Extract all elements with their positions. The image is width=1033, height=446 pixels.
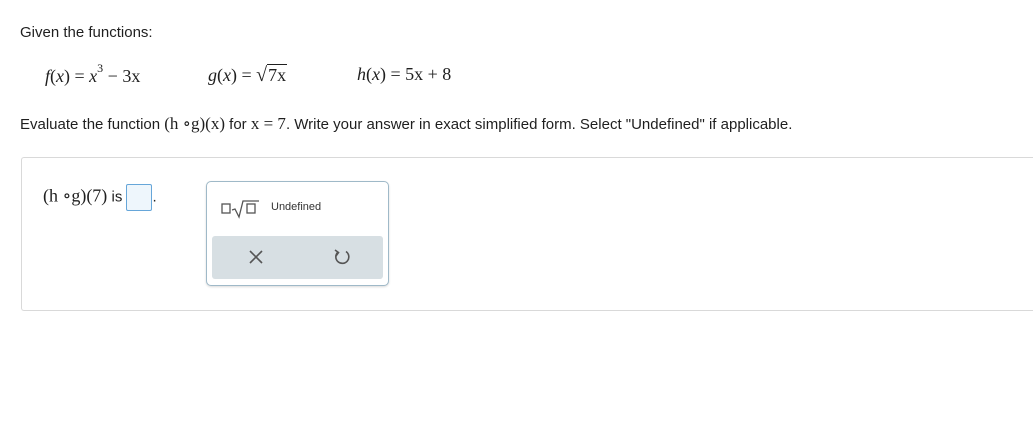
g-arg: x <box>223 65 231 85</box>
f-name: f <box>45 66 51 86</box>
answer-period: . <box>152 188 157 206</box>
g-sqrt: √7x <box>256 64 288 87</box>
answer-input[interactable] <box>126 184 153 211</box>
instruction-after: . Write your answer in exact simplified … <box>285 116 793 133</box>
clear-x-icon[interactable] <box>247 248 265 266</box>
h-arg: x <box>372 64 380 84</box>
math-keypad: Undefined <box>206 181 389 286</box>
keypad-action-bar <box>212 236 383 279</box>
g-name: g <box>208 65 217 85</box>
instruction-cond: x = 7 <box>250 114 286 133</box>
instruction-before: Evaluate the function <box>20 116 165 133</box>
f-base: x <box>89 66 98 86</box>
f-tail: − 3x <box>103 66 141 86</box>
instruction-for: for <box>225 116 251 133</box>
answer-expr: (h ∘g)(7) <box>43 185 108 206</box>
undefined-button[interactable]: Undefined <box>271 201 321 213</box>
sqrt-sign-icon: √ <box>256 64 268 86</box>
h-name: h <box>357 64 366 84</box>
function-h: h(x) = 5x + 8 <box>357 64 452 84</box>
intro-text: Given the functions: <box>20 24 153 41</box>
answer-panel <box>21 157 1033 311</box>
instruction-text: Evaluate the function (h ∘g)(x) for x = … <box>20 114 792 134</box>
function-g: g(x) = √7x <box>208 64 288 87</box>
f-arg: x <box>56 66 65 86</box>
h-rhs: 5x + 8 <box>405 64 452 84</box>
function-f: f(x) = x3 − 3x <box>45 61 141 86</box>
answer-is-label: is <box>107 188 127 206</box>
undo-icon[interactable] <box>332 247 352 267</box>
f-exponent: 3 <box>97 61 104 75</box>
g-radicand: 7x <box>267 64 288 85</box>
instruction-expr: (h ∘g)(x) <box>164 114 225 133</box>
sqrt-template-icon[interactable] <box>221 198 261 220</box>
answer-line: (h ∘g)(7) is . <box>43 184 157 211</box>
